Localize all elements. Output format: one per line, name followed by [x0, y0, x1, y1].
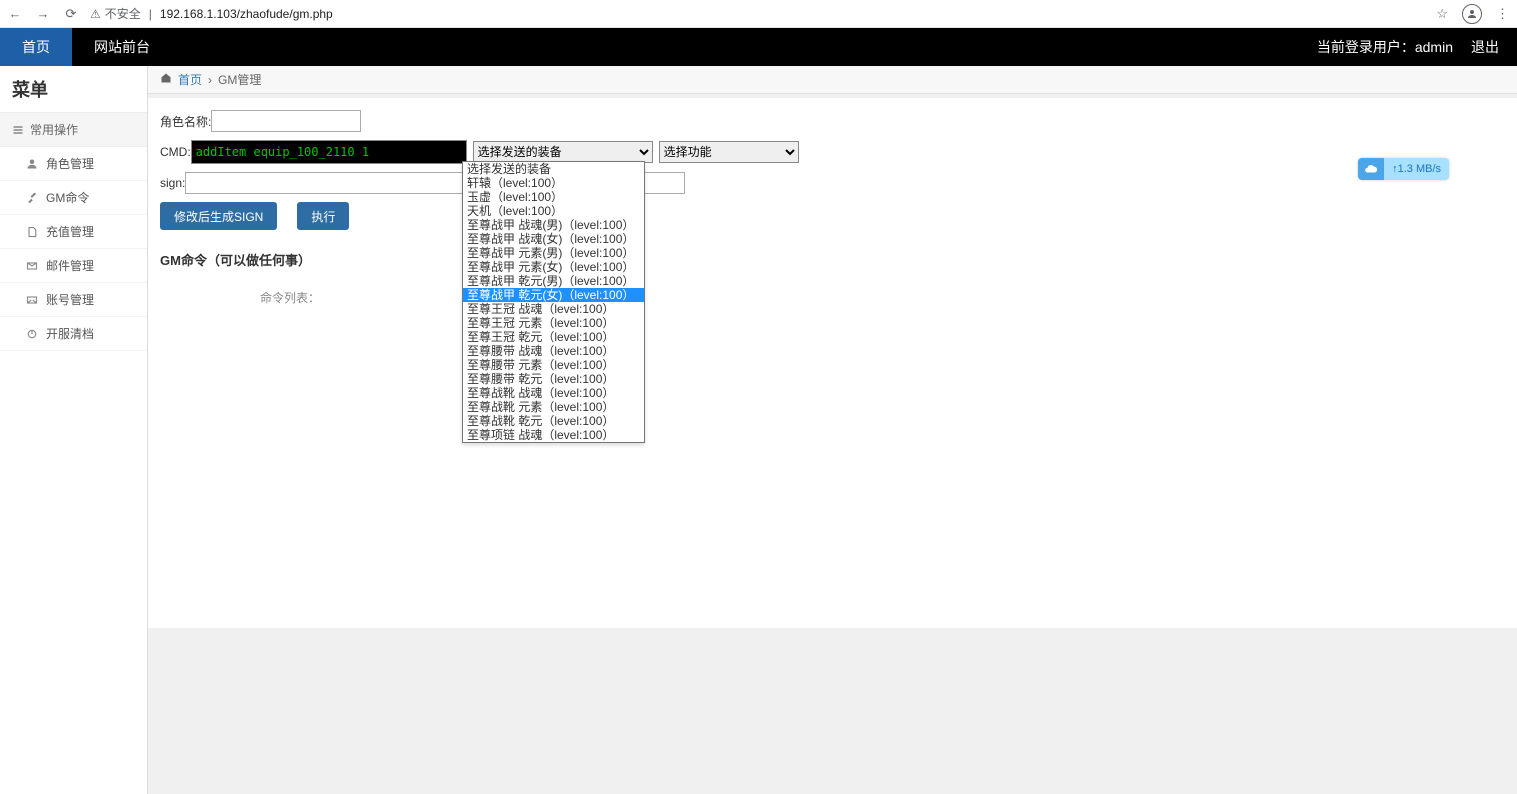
top-nav: 首页 网站前台 当前登录用户：admin 退出	[0, 28, 1517, 66]
sidebar-item-label: 账号管理	[46, 291, 94, 308]
home-icon	[160, 72, 172, 87]
cmd-list-label: 命令列表：	[160, 289, 420, 306]
current-user: 当前登录用户：admin	[1317, 37, 1453, 57]
cmd-input[interactable]	[191, 140, 467, 164]
back-icon[interactable]: ←	[8, 6, 22, 22]
insecure-warning: ⚠ 不安全	[90, 5, 141, 22]
sidebar-title: 菜单	[0, 66, 147, 113]
equip-option[interactable]: 至尊战靴 战魂（level:100）	[463, 386, 644, 400]
execute-button[interactable]: 执行	[297, 202, 349, 230]
sign-label: sign:	[160, 176, 185, 190]
equip-option[interactable]: 至尊战靴 元素（level:100）	[463, 400, 644, 414]
sidebar: 菜单 常用操作 角色管理 GM命令 充值管理 邮件管理 账号管理	[0, 66, 148, 794]
envelope-icon	[26, 294, 38, 306]
role-input[interactable]	[211, 110, 361, 132]
role-label: 角色名称:	[160, 113, 211, 130]
generate-sign-button[interactable]: 修改后生成SIGN	[160, 202, 277, 230]
breadcrumb-current: GM管理	[218, 71, 261, 88]
profile-icon[interactable]	[1462, 4, 1482, 24]
cmd-label: CMD:	[160, 145, 191, 159]
sidebar-item-label: 开服清档	[46, 325, 94, 342]
sidebar-item-open-server[interactable]: 开服清档	[0, 317, 147, 351]
equip-option[interactable]: 至尊战甲 元素(男)（level:100）	[463, 246, 644, 260]
insecure-label: 不安全	[105, 5, 141, 22]
url-separator: |	[149, 7, 152, 21]
function-select[interactable]: 选择功能	[659, 141, 799, 163]
sidebar-item-role[interactable]: 角色管理	[0, 147, 147, 181]
equip-option[interactable]: 至尊腰带 元素（level:100）	[463, 358, 644, 372]
sidebar-item-account[interactable]: 账号管理	[0, 283, 147, 317]
equip-option[interactable]: 至尊战甲 乾元(女)（level:100）	[463, 288, 644, 302]
breadcrumb-home[interactable]: 首页	[178, 71, 202, 88]
list-icon	[12, 124, 24, 136]
mail-icon	[26, 260, 38, 272]
sidebar-item-mail[interactable]: 邮件管理	[0, 249, 147, 283]
equip-option[interactable]: 至尊腰带 战魂（level:100）	[463, 344, 644, 358]
equip-option[interactable]: 至尊战甲 乾元(男)（level:100）	[463, 274, 644, 288]
equip-option[interactable]: 至尊战甲 元素(女)（level:100）	[463, 260, 644, 274]
sidebar-section-label: 常用操作	[30, 121, 78, 138]
sidebar-section-common[interactable]: 常用操作	[0, 113, 147, 147]
url-text[interactable]: 192.168.1.103/zhaofude/gm.php	[160, 7, 333, 21]
sidebar-item-recharge[interactable]: 充值管理	[0, 215, 147, 249]
cloud-icon	[1358, 158, 1384, 180]
browser-chrome: ← → ⟳ ⚠ 不安全 | 192.168.1.103/zhaofude/gm.…	[0, 0, 1517, 28]
equip-option[interactable]: 至尊战靴 乾元（level:100）	[463, 414, 644, 428]
file-icon	[26, 226, 38, 238]
forward-icon[interactable]: →	[36, 6, 50, 22]
logout-link[interactable]: 退出	[1471, 37, 1499, 57]
sidebar-item-label: 充值管理	[46, 223, 94, 240]
tab-frontend[interactable]: 网站前台	[72, 28, 172, 66]
sidebar-item-label: 邮件管理	[46, 257, 94, 274]
equip-option[interactable]: 玉虚（level:100）	[463, 190, 644, 204]
gm-section-title: GM命令（可以做任何事）	[160, 246, 1505, 273]
wrench-icon	[26, 192, 38, 204]
equip-option[interactable]: 至尊王冠 战魂（level:100）	[463, 302, 644, 316]
equip-option[interactable]: 轩辕（level:100）	[463, 176, 644, 190]
equip-select[interactable]: 选择发送的装备	[473, 141, 653, 163]
tab-home[interactable]: 首页	[0, 28, 72, 66]
equip-options-listbox[interactable]: 选择发送的装备轩辕（level:100）玉虚（level:100）天机（leve…	[462, 161, 645, 443]
breadcrumb: 首页 › GM管理	[148, 66, 1517, 94]
speed-badge[interactable]: ↑1.3 MB/s	[1358, 158, 1449, 180]
speed-text: ↑1.3 MB/s	[1384, 163, 1449, 175]
bookmark-icon[interactable]: ☆	[1436, 6, 1448, 22]
breadcrumb-sep: ›	[208, 73, 212, 87]
sidebar-item-label: GM命令	[46, 189, 89, 206]
equip-option[interactable]: 至尊项链 战魂（level:100）	[463, 428, 644, 442]
reload-icon[interactable]: ⟳	[64, 6, 78, 22]
equip-option[interactable]: 选择发送的装备	[463, 162, 644, 176]
equip-option[interactable]: 至尊战甲 战魂(女)（level:100）	[463, 232, 644, 246]
equip-option[interactable]: 至尊腰带 乾元（level:100）	[463, 372, 644, 386]
equip-option[interactable]: 至尊战甲 战魂(男)（level:100）	[463, 218, 644, 232]
equip-option[interactable]: 天机（level:100）	[463, 204, 644, 218]
users-icon	[26, 158, 38, 170]
equip-option[interactable]: 至尊王冠 乾元（level:100）	[463, 330, 644, 344]
menu-icon[interactable]: ⋮	[1496, 6, 1509, 22]
equip-option[interactable]: 至尊王冠 元素（level:100）	[463, 316, 644, 330]
content-area: 首页 › GM管理 角色名称: CMD: 选择发送的装备 选择功能 sign:	[148, 66, 1517, 794]
warning-icon: ⚠	[90, 7, 101, 21]
power-icon	[26, 328, 38, 340]
sidebar-item-gm[interactable]: GM命令	[0, 181, 147, 215]
sidebar-item-label: 角色管理	[46, 155, 94, 172]
